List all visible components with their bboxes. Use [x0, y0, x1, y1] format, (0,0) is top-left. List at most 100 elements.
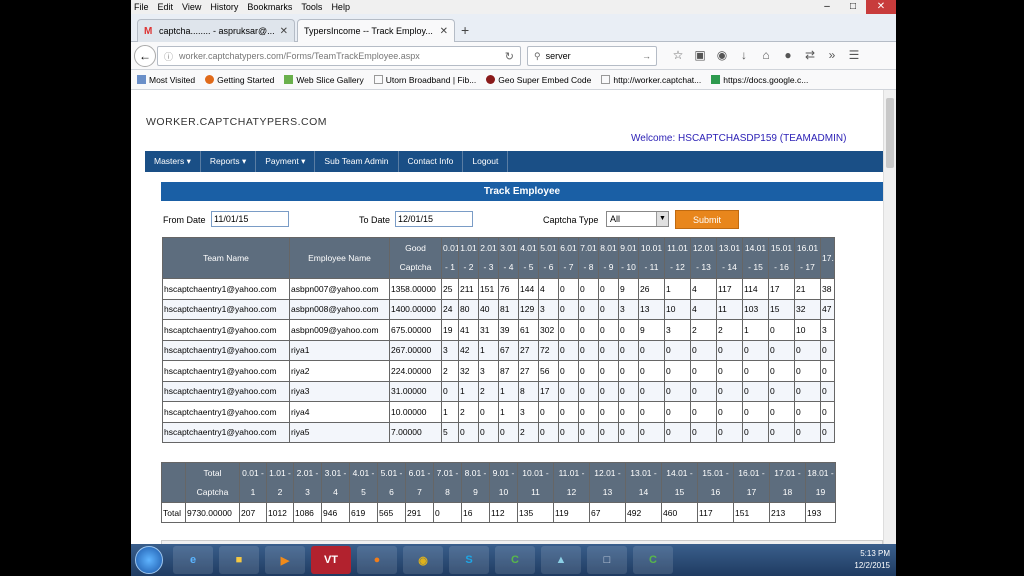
nav-masters[interactable]: Masters ▾ — [145, 151, 201, 172]
vertical-scrollbar[interactable] — [883, 90, 896, 544]
table-cell: 0 — [820, 339, 835, 361]
start-button[interactable] — [135, 546, 163, 574]
table-cell: 112 — [489, 502, 518, 523]
table-cell: 0 — [742, 421, 769, 443]
app-icon[interactable]: ▲ — [541, 546, 581, 574]
nav-reports[interactable]: Reports ▾ — [201, 151, 257, 172]
ie-icon[interactable]: e — [173, 546, 213, 574]
bookmark-geo[interactable]: Geo Super Embed Code — [486, 75, 591, 85]
menu-file[interactable]: File — [134, 2, 149, 12]
reload-icon[interactable]: ↻ — [505, 50, 514, 63]
table-cell: 135 — [517, 502, 554, 523]
chat-icon[interactable]: ● — [777, 48, 799, 62]
table-cell: 3 — [618, 298, 639, 320]
pocket-icon[interactable]: ◉ — [711, 48, 733, 62]
table-cell: 103 — [742, 298, 769, 320]
table-cell: riya3 — [289, 380, 390, 402]
table-cell: 3 — [664, 319, 691, 341]
home-icon[interactable]: ⌂ — [755, 48, 777, 62]
nav-logout[interactable]: Logout — [463, 151, 509, 172]
maximize-button[interactable]: □ — [840, 0, 866, 14]
table-cell: hscaptchaentry1@yahoo.com — [162, 401, 290, 423]
tab-track-employee[interactable]: TypersIncome -- Track Employ... ✕ — [297, 19, 455, 42]
vt-app-icon[interactable]: VT — [311, 546, 351, 574]
sync-icon[interactable]: ⇄ — [799, 48, 821, 62]
gmail-icon: M — [144, 25, 153, 37]
table-cell: 0 — [638, 380, 665, 402]
folder-icon[interactable]: ■ — [219, 546, 259, 574]
menu-icon[interactable]: ☰ — [843, 48, 865, 62]
bookmark-getting-started[interactable]: Getting Started — [205, 75, 274, 85]
scroll-thumb[interactable] — [886, 98, 894, 168]
submit-button[interactable]: Submit — [675, 210, 739, 229]
chrome-icon[interactable]: ◉ — [403, 546, 443, 574]
search-input[interactable]: ⚲ server → — [527, 46, 657, 66]
employee-grid: Team Name Employee Name Good Captcha 0.01 -… — [162, 237, 835, 443]
table-cell: 1 — [478, 339, 499, 361]
captcha-type-select[interactable]: All ▼ — [606, 211, 669, 227]
bookmark-most-visited[interactable]: Most Visited — [137, 75, 195, 85]
camtasia2-icon[interactable]: C — [633, 546, 673, 574]
column-header: 4.01 - 5 — [518, 237, 539, 279]
bookmark-docs[interactable]: https://docs.google.c... — [711, 75, 808, 85]
nav-contact-info[interactable]: Contact Info — [399, 151, 464, 172]
table-cell: 193 — [805, 502, 836, 523]
bookmark-star-icon[interactable]: ☆ — [667, 48, 689, 62]
url-bar[interactable]: ⓘ worker.captchatypers.com/Forms/TeamTra… — [157, 46, 521, 66]
bookmark-worker[interactable]: http://worker.captchat... — [601, 75, 701, 85]
menu-edit[interactable]: Edit — [158, 2, 174, 12]
column-header: 8.01 - 9 — [461, 462, 490, 503]
tab-gmail[interactable]: M captcha........ - aspruksar@... ✕ — [137, 19, 295, 42]
minimize-button[interactable]: – — [814, 0, 840, 14]
firefox-icon[interactable]: ● — [357, 546, 397, 574]
table-cell: 1358.00000 — [389, 278, 442, 300]
table-cell: 0 — [794, 401, 821, 423]
site-info-icon[interactable]: ⓘ — [164, 50, 173, 63]
more-icon[interactable]: » — [821, 48, 843, 62]
table-row: hscaptchaentry1@yahoo.com riya4 10.00000 1 2… — [162, 401, 835, 423]
from-date-input[interactable] — [211, 211, 289, 227]
search-go-icon[interactable]: → — [642, 51, 651, 61]
new-tab-button[interactable]: + — [461, 22, 469, 38]
bookmark-web-slice[interactable]: Web Slice Gallery — [284, 75, 364, 85]
column-header: 9.01 - 10 — [618, 237, 639, 279]
table-cell: 0 — [538, 401, 559, 423]
table-cell: 675.00000 — [389, 319, 442, 341]
system-tray[interactable]: 5:13 PM 12/2/2015 — [854, 548, 890, 572]
table-cell: 0 — [558, 278, 579, 300]
camtasia-icon[interactable]: C — [495, 546, 535, 574]
bookmark-utorn[interactable]: Utorn Broadband | Fib... — [373, 75, 476, 85]
table-cell: 0 — [742, 360, 769, 382]
table-cell: 0 — [690, 339, 717, 361]
nav-sub-team-admin[interactable]: Sub Team Admin — [315, 151, 399, 172]
table-cell: 117 — [697, 502, 734, 523]
table-cell: 0 — [618, 401, 639, 423]
table-cell: 0 — [598, 380, 619, 402]
table-cell: 0 — [538, 421, 559, 443]
close-tab-icon[interactable]: ✕ — [280, 26, 288, 37]
table-cell: hscaptchaentry1@yahoo.com — [162, 298, 290, 320]
menu-tools[interactable]: Tools — [301, 2, 322, 12]
table-cell: 0 — [598, 401, 619, 423]
download-icon[interactable]: ↓ — [733, 48, 755, 62]
close-tab-icon[interactable]: ✕ — [440, 26, 448, 37]
table-cell: 1 — [458, 380, 479, 402]
to-date-input[interactable] — [395, 211, 473, 227]
paint-icon[interactable]: □ — [587, 546, 627, 574]
table-cell: 47 — [820, 298, 835, 320]
menu-view[interactable]: View — [182, 2, 201, 12]
skype-icon[interactable]: S — [449, 546, 489, 574]
column-header: 17.01 - 18 — [769, 462, 806, 503]
table-cell: 0 — [690, 360, 717, 382]
nav-payment[interactable]: Payment ▾ — [256, 151, 316, 172]
back-button[interactable]: ← — [134, 45, 156, 67]
media-icon[interactable]: ▶ — [265, 546, 305, 574]
clipboard-icon[interactable]: ▣ — [689, 48, 711, 62]
menu-bookmarks[interactable]: Bookmarks — [247, 2, 292, 12]
menu-history[interactable]: History — [210, 2, 238, 12]
menu-help[interactable]: Help — [331, 2, 350, 12]
table-cell: 80 — [458, 298, 479, 320]
table-cell: 76 — [498, 278, 519, 300]
table-cell: 213 — [769, 502, 806, 523]
close-button[interactable]: ✕ — [866, 0, 896, 14]
